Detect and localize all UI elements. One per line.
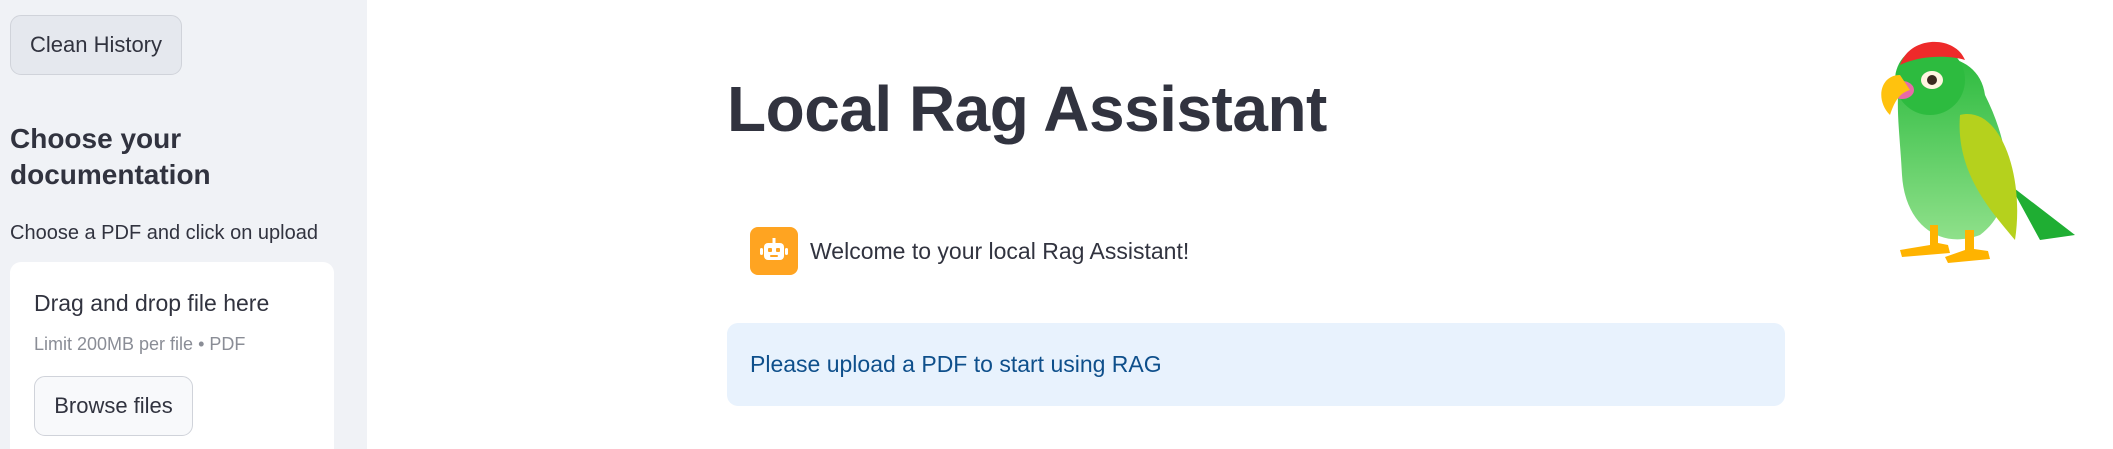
page-title: Local Rag Assistant: [727, 73, 1327, 145]
parrot-icon: [1860, 35, 2080, 275]
file-dropzone[interactable]: Drag and drop file here Limit 200MB per …: [10, 262, 334, 449]
browse-files-button[interactable]: Browse files: [34, 376, 193, 436]
clean-history-button[interactable]: Clean History: [10, 15, 182, 75]
chat-message: Welcome to your local Rag Assistant!: [750, 226, 1189, 276]
dropzone-limit: Limit 200MB per file • PDF: [34, 334, 246, 354]
uploader-caption: Choose a PDF and click on upload: [10, 222, 318, 244]
info-alert: Please upload a PDF to start using RAG: [727, 323, 1785, 406]
app: Clean History Choose your documentation …: [0, 0, 2113, 449]
dropzone-title: Drag and drop file here: [34, 290, 270, 316]
robot-icon: [750, 227, 798, 275]
sidebar-heading: Choose your documentation: [10, 123, 211, 190]
info-alert-text: Please upload a PDF to start using RAG: [750, 351, 1162, 377]
sidebar: Clean History Choose your documentation …: [0, 0, 367, 449]
chat-message-text: Welcome to your local Rag Assistant!: [810, 237, 1190, 264]
